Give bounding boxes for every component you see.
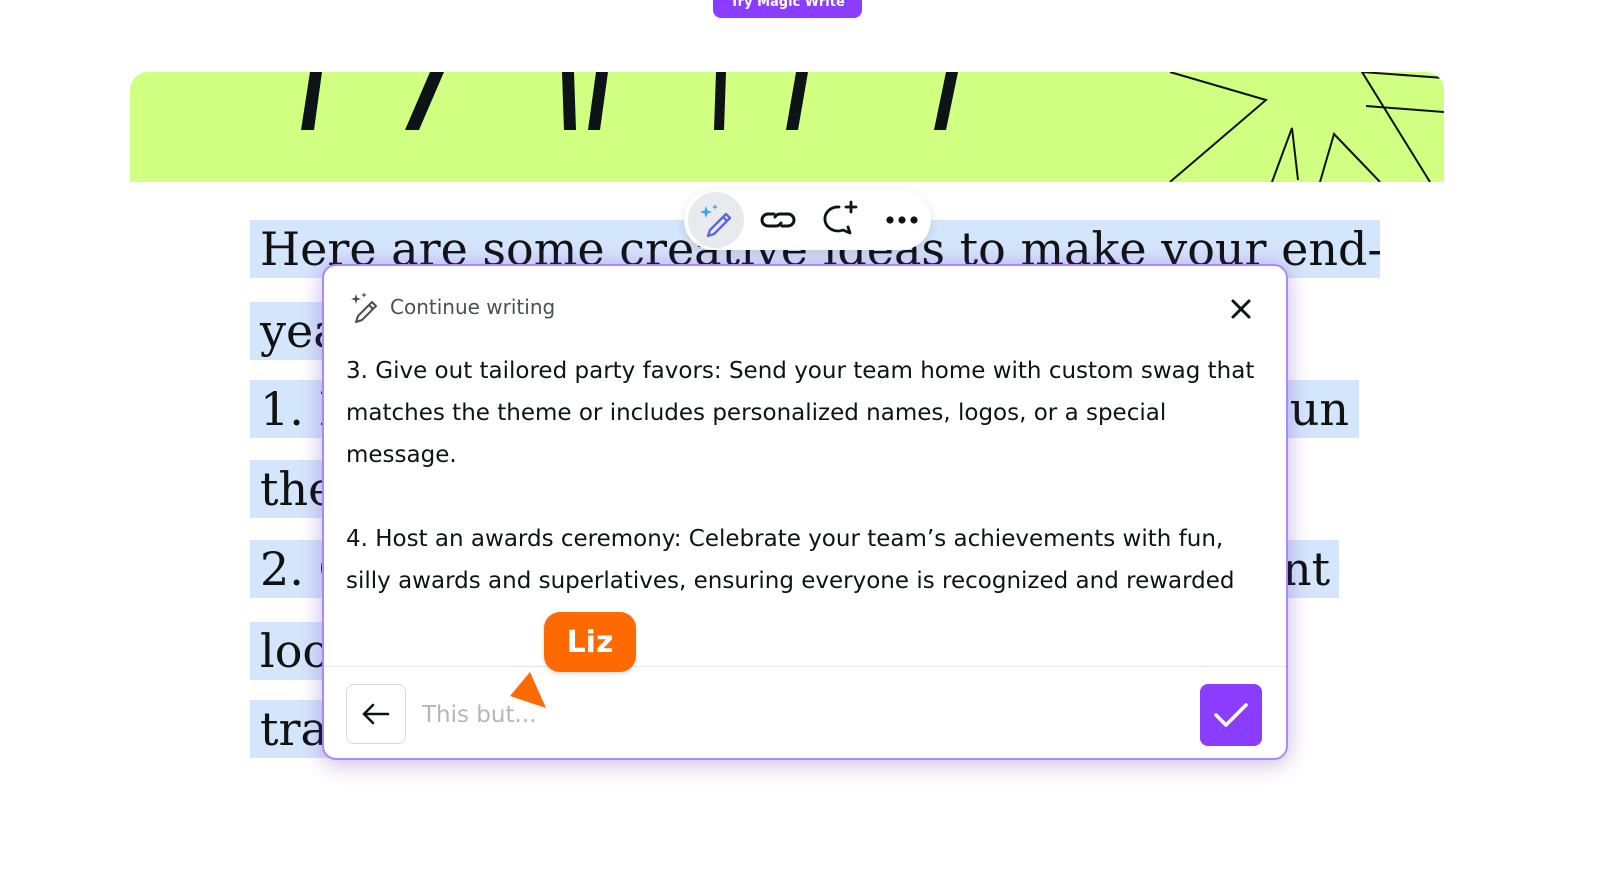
magic-pencil-icon bbox=[351, 292, 377, 323]
back-button[interactable] bbox=[346, 684, 406, 744]
confirm-button[interactable] bbox=[1200, 684, 1262, 746]
divider bbox=[324, 666, 1286, 667]
generated-paragraph: 3. Give out tailored party favors: Send … bbox=[346, 358, 1255, 468]
generated-text: 3. Give out tailored party favors: Send … bbox=[346, 350, 1256, 644]
document-text-line-tail[interactable]: un bbox=[1282, 380, 1359, 438]
green-banner-graphic bbox=[130, 72, 1444, 182]
magic-write-button[interactable] bbox=[688, 192, 744, 248]
continue-writing-panel: Continue writing 3. Give out tailored pa… bbox=[322, 264, 1288, 760]
panel-header: Continue writing bbox=[348, 290, 555, 324]
magic-write-icon bbox=[700, 204, 732, 238]
generated-paragraph: 4. Host an awards ceremony: Celebrate yo… bbox=[346, 526, 1235, 594]
add-comment-icon bbox=[823, 200, 858, 235]
add-comment-button[interactable] bbox=[812, 192, 868, 248]
collaborator-name-tag: Liz bbox=[544, 612, 636, 672]
link-button[interactable] bbox=[750, 192, 806, 248]
close-button[interactable] bbox=[1226, 294, 1256, 324]
link-icon bbox=[760, 212, 796, 228]
floating-text-toolbar bbox=[684, 190, 931, 250]
checkmark-icon bbox=[1214, 703, 1248, 727]
try-magic-write-button[interactable]: Try Magic Write bbox=[713, 0, 862, 18]
collaborator-cursor-icon bbox=[510, 672, 546, 708]
more-options-button[interactable] bbox=[874, 192, 930, 248]
document-text-line-tail[interactable]: nt bbox=[1282, 540, 1339, 598]
panel-title: Continue writing bbox=[390, 295, 556, 319]
more-icon bbox=[886, 216, 918, 224]
arrow-left-icon bbox=[362, 703, 390, 725]
close-icon bbox=[1231, 299, 1251, 319]
